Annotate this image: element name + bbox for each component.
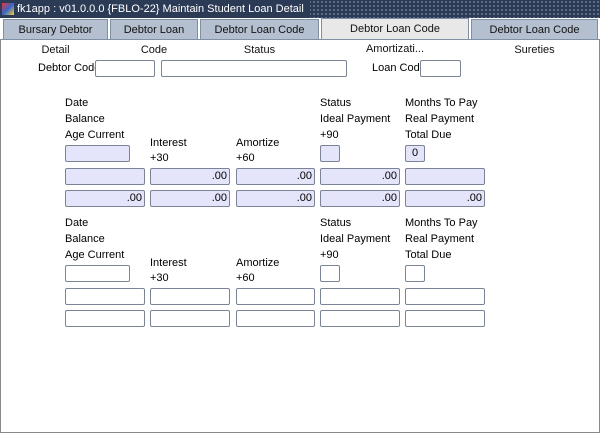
balance-field[interactable] <box>65 168 145 185</box>
date-field[interactable] <box>65 145 130 162</box>
tab-debtor-loan-code-amortization[interactable]: Debtor Loan Code Amortizati... <box>321 18 469 55</box>
plus30-field[interactable]: .00 <box>150 190 230 207</box>
status-label: Status <box>320 217 352 229</box>
total-due-field[interactable] <box>405 310 485 327</box>
status-field[interactable] <box>320 265 340 282</box>
date-label: Date <box>65 217 89 229</box>
amortize-label: Amortize <box>236 137 280 149</box>
age-current-field[interactable]: .00 <box>65 190 145 207</box>
plus90-label: +90 <box>320 249 339 261</box>
debtor-code-field[interactable] <box>95 60 155 77</box>
debtor-code-label: Debtor Code <box>38 62 101 74</box>
real-payment-label: Real Payment <box>405 233 475 245</box>
plus60-field[interactable] <box>236 310 315 327</box>
app-icon <box>2 3 14 15</box>
plus30-field[interactable] <box>150 310 230 327</box>
plus60-field[interactable]: .00 <box>236 190 315 207</box>
amortize-field[interactable] <box>236 288 315 305</box>
loan-code-label: Loan Code <box>372 62 426 74</box>
ideal-payment-field[interactable] <box>320 288 400 305</box>
balance-label: Balance <box>65 233 105 245</box>
status-field[interactable] <box>320 145 340 162</box>
tab-debtor-loan-code[interactable]: Debtor Loan Code <box>110 19 198 56</box>
balance-label: Balance <box>65 113 105 125</box>
total-due-label: Total Due <box>405 249 452 261</box>
loan-code-field[interactable] <box>420 60 461 77</box>
age-current-field[interactable] <box>65 310 145 327</box>
total-due-field[interactable]: .00 <box>405 190 485 207</box>
plus30-label: +30 <box>150 152 169 164</box>
plus60-label: +60 <box>236 272 255 284</box>
ideal-payment-label: Ideal Payment <box>320 113 391 125</box>
ideal-payment-label: Ideal Payment <box>320 233 391 245</box>
total-due-label: Total Due <box>405 129 452 141</box>
months-to-pay-field[interactable]: 0 <box>405 145 425 162</box>
age-current-label: Age Current <box>65 249 125 261</box>
age-current-label: Age Current <box>65 129 125 141</box>
amortize-field[interactable]: .00 <box>236 168 315 185</box>
months-to-pay-label: Months To Pay <box>405 97 478 109</box>
status-label: Status <box>320 97 352 109</box>
ideal-payment-field[interactable]: .00 <box>320 168 400 185</box>
interest-label: Interest <box>150 257 187 269</box>
date-field[interactable] <box>65 265 130 282</box>
plus60-label: +60 <box>236 152 255 164</box>
months-to-pay-field[interactable] <box>405 265 425 282</box>
balance-field[interactable] <box>65 288 145 305</box>
amortize-label: Amortize <box>236 257 280 269</box>
real-payment-field[interactable] <box>405 168 485 185</box>
real-payment-label: Real Payment <box>405 113 475 125</box>
tab-debtor-loan-code-sureties[interactable]: Debtor Loan Code Sureties <box>471 19 598 56</box>
title-bar: fk1app : v01.0.0.0 {FBLO-22} Maintain St… <box>0 0 600 18</box>
interest-field[interactable]: .00 <box>150 168 230 185</box>
tab-debtor-loan-code-status[interactable]: Debtor Loan Code Status <box>200 19 319 56</box>
interest-label: Interest <box>150 137 187 149</box>
months-to-pay-label: Months To Pay <box>405 217 478 229</box>
plus90-label: +90 <box>320 129 339 141</box>
window-title: fk1app : v01.0.0.0 {FBLO-22} Maintain St… <box>17 3 304 15</box>
interest-field[interactable] <box>150 288 230 305</box>
debtor-name-field[interactable] <box>161 60 347 77</box>
real-payment-field[interactable] <box>405 288 485 305</box>
date-label: Date <box>65 97 89 109</box>
plus30-label: +30 <box>150 272 169 284</box>
plus90-field[interactable]: .00 <box>320 190 400 207</box>
plus90-field[interactable] <box>320 310 400 327</box>
tab-bursary-debtor-detail[interactable]: Bursary Debtor Detail <box>3 19 108 56</box>
